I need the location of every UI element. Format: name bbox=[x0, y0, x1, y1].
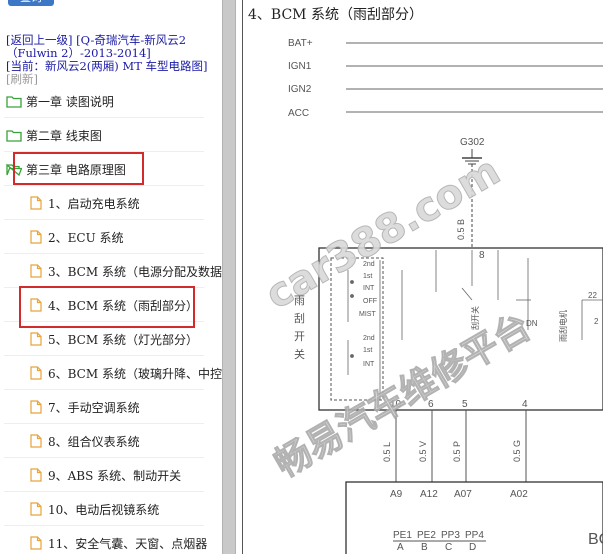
diagram-label: 雨刮电机 bbox=[558, 310, 568, 342]
highlight-box-chapter bbox=[13, 152, 144, 185]
diagram-label: 22 bbox=[588, 291, 597, 300]
pin-number: 8 bbox=[479, 250, 485, 261]
tree-item-doc-1[interactable]: 1、启动充电系统 bbox=[4, 186, 204, 220]
diagram-label: 2 bbox=[594, 317, 599, 326]
tree-item-label: 2、ECU 系统 bbox=[48, 231, 124, 245]
current-model-link[interactable]: [当前：新风云2(两厢) MT 车型电路图] bbox=[6, 59, 208, 73]
switch-label: 关 bbox=[294, 347, 305, 361]
power-line-label: IGN1 bbox=[288, 61, 312, 72]
tree-item-label: 5、BCM 系统（灯光部分） bbox=[48, 333, 198, 347]
switch-position: 1st bbox=[363, 273, 372, 280]
tree-item-label: 1、启动充电系统 bbox=[48, 197, 140, 211]
folder-icon bbox=[6, 93, 22, 112]
tree-item-doc-3[interactable]: 3、BCM 系统（电源分配及数据 bbox=[4, 254, 222, 288]
switch-position: INT bbox=[363, 361, 375, 368]
pane-splitter[interactable] bbox=[222, 0, 236, 554]
highlight-box-wiper-item bbox=[19, 286, 195, 328]
bottom-pin: PE1 bbox=[393, 530, 412, 541]
wiring-diagram: 4、BCM 系统（雨刮部分） BAT+ IGN1 IGN2 ACC G302 0… bbox=[248, 7, 603, 554]
bottom-pin: PP3 bbox=[441, 530, 460, 541]
power-line-label: ACC bbox=[288, 108, 309, 119]
bcm-label: BC bbox=[588, 531, 603, 548]
tree-item-doc-9[interactable]: 9、ABS 系统、制动开关 bbox=[4, 458, 204, 492]
ground-label: G302 bbox=[460, 137, 485, 148]
wire-label: 0.5 L bbox=[382, 442, 392, 462]
tree-item-label: 7、手动空调系统 bbox=[48, 401, 140, 415]
document-icon bbox=[30, 535, 42, 554]
bottom-letter: C bbox=[445, 542, 452, 553]
tree-item-doc-11[interactable]: 11、安全气囊、天窗、点烟器 bbox=[4, 526, 208, 554]
wire-label: 0.5 V bbox=[418, 441, 428, 462]
tree-item-chapter-2[interactable]: 第二章 线束图 bbox=[4, 118, 204, 152]
tree-item-label: 11、安全气囊、天窗、点烟器 bbox=[48, 537, 208, 551]
connector-pin: A9 bbox=[390, 489, 403, 500]
bottom-letter: D bbox=[469, 542, 476, 553]
wire-label: 0.5 P bbox=[452, 441, 462, 462]
document-icon bbox=[30, 195, 42, 214]
switch-position: 1st bbox=[363, 347, 372, 354]
tree-item-label: 6、BCM 系统（玻璃升降、中控 bbox=[48, 367, 222, 381]
connector-pin: A02 bbox=[510, 489, 528, 500]
switch-position: INT bbox=[363, 285, 375, 292]
query-button[interactable]: 查询 bbox=[8, 0, 54, 6]
tree-item-doc-6[interactable]: 6、BCM 系统（玻璃升降、中控 bbox=[4, 356, 222, 390]
tree-item-doc-8[interactable]: 8、组合仪表系统 bbox=[4, 424, 204, 458]
diagram-title: 4、BCM 系统（雨刮部分） bbox=[248, 7, 423, 23]
tree-item-doc-2[interactable]: 2、ECU 系统 bbox=[4, 220, 204, 254]
pin-number: 4 bbox=[522, 399, 528, 410]
tree-item-doc-10[interactable]: 10、电动后视镜系统 bbox=[4, 492, 204, 526]
document-icon bbox=[30, 331, 42, 350]
bottom-pin: PP4 bbox=[465, 530, 484, 541]
document-icon bbox=[30, 365, 42, 384]
tree-item-doc-7[interactable]: 7、手动空调系统 bbox=[4, 390, 204, 424]
bottom-letter: A bbox=[397, 542, 404, 553]
folder-icon bbox=[6, 127, 22, 146]
tree-item-chapter-1[interactable]: 第一章 读图说明 bbox=[4, 84, 204, 118]
document-icon bbox=[30, 263, 42, 282]
switch-position: OFF bbox=[363, 298, 377, 305]
power-line-label: BAT+ bbox=[288, 38, 313, 49]
document-icon bbox=[30, 399, 42, 418]
switch-position: MIST bbox=[359, 311, 376, 318]
diagram-label: 刮开关 bbox=[470, 306, 480, 330]
tree-item-label: 第一章 读图说明 bbox=[26, 95, 114, 109]
tree-item-label: 9、ABS 系统、制动开关 bbox=[48, 469, 182, 483]
wire-label: 0.5 G bbox=[512, 440, 522, 462]
switch-label: 开 bbox=[294, 331, 305, 343]
connector-pin: A12 bbox=[420, 489, 438, 500]
pin-number: 5 bbox=[462, 399, 468, 410]
power-line-label: IGN2 bbox=[288, 84, 312, 95]
back-link[interactable]: [返回上一级] bbox=[6, 33, 72, 47]
document-icon bbox=[30, 467, 42, 486]
connector-pin: A07 bbox=[454, 489, 472, 500]
switch-position: 2nd bbox=[363, 335, 375, 342]
tree-item-label: 第二章 线束图 bbox=[26, 129, 102, 143]
document-icon bbox=[30, 501, 42, 520]
document-icon bbox=[30, 229, 42, 248]
watermark-text: 畅易汽车维修平台 bbox=[268, 306, 538, 486]
tree-item-label: 3、BCM 系统（电源分配及数据 bbox=[48, 265, 222, 279]
tree-item-label: 8、组合仪表系统 bbox=[48, 435, 140, 449]
bottom-letter: B bbox=[421, 542, 428, 553]
diagram-pane: 4、BCM 系统（雨刮部分） BAT+ IGN1 IGN2 ACC G302 0… bbox=[236, 0, 603, 554]
wire-label: 0.5 B bbox=[456, 219, 466, 240]
tree-item-label: 10、电动后视镜系统 bbox=[48, 503, 160, 517]
breadcrumb: [返回上一级] [Q-奇瑞汽车-新风云2（Fulwin 2）-2013-2014… bbox=[6, 34, 218, 86]
document-icon bbox=[30, 433, 42, 452]
navigation-pane: 查询 [返回上一级] [Q-奇瑞汽车-新风云2（Fulwin 2）-2013-2… bbox=[0, 0, 222, 554]
bottom-pin: PE2 bbox=[417, 530, 436, 541]
switch-label: 刮 bbox=[294, 311, 305, 325]
